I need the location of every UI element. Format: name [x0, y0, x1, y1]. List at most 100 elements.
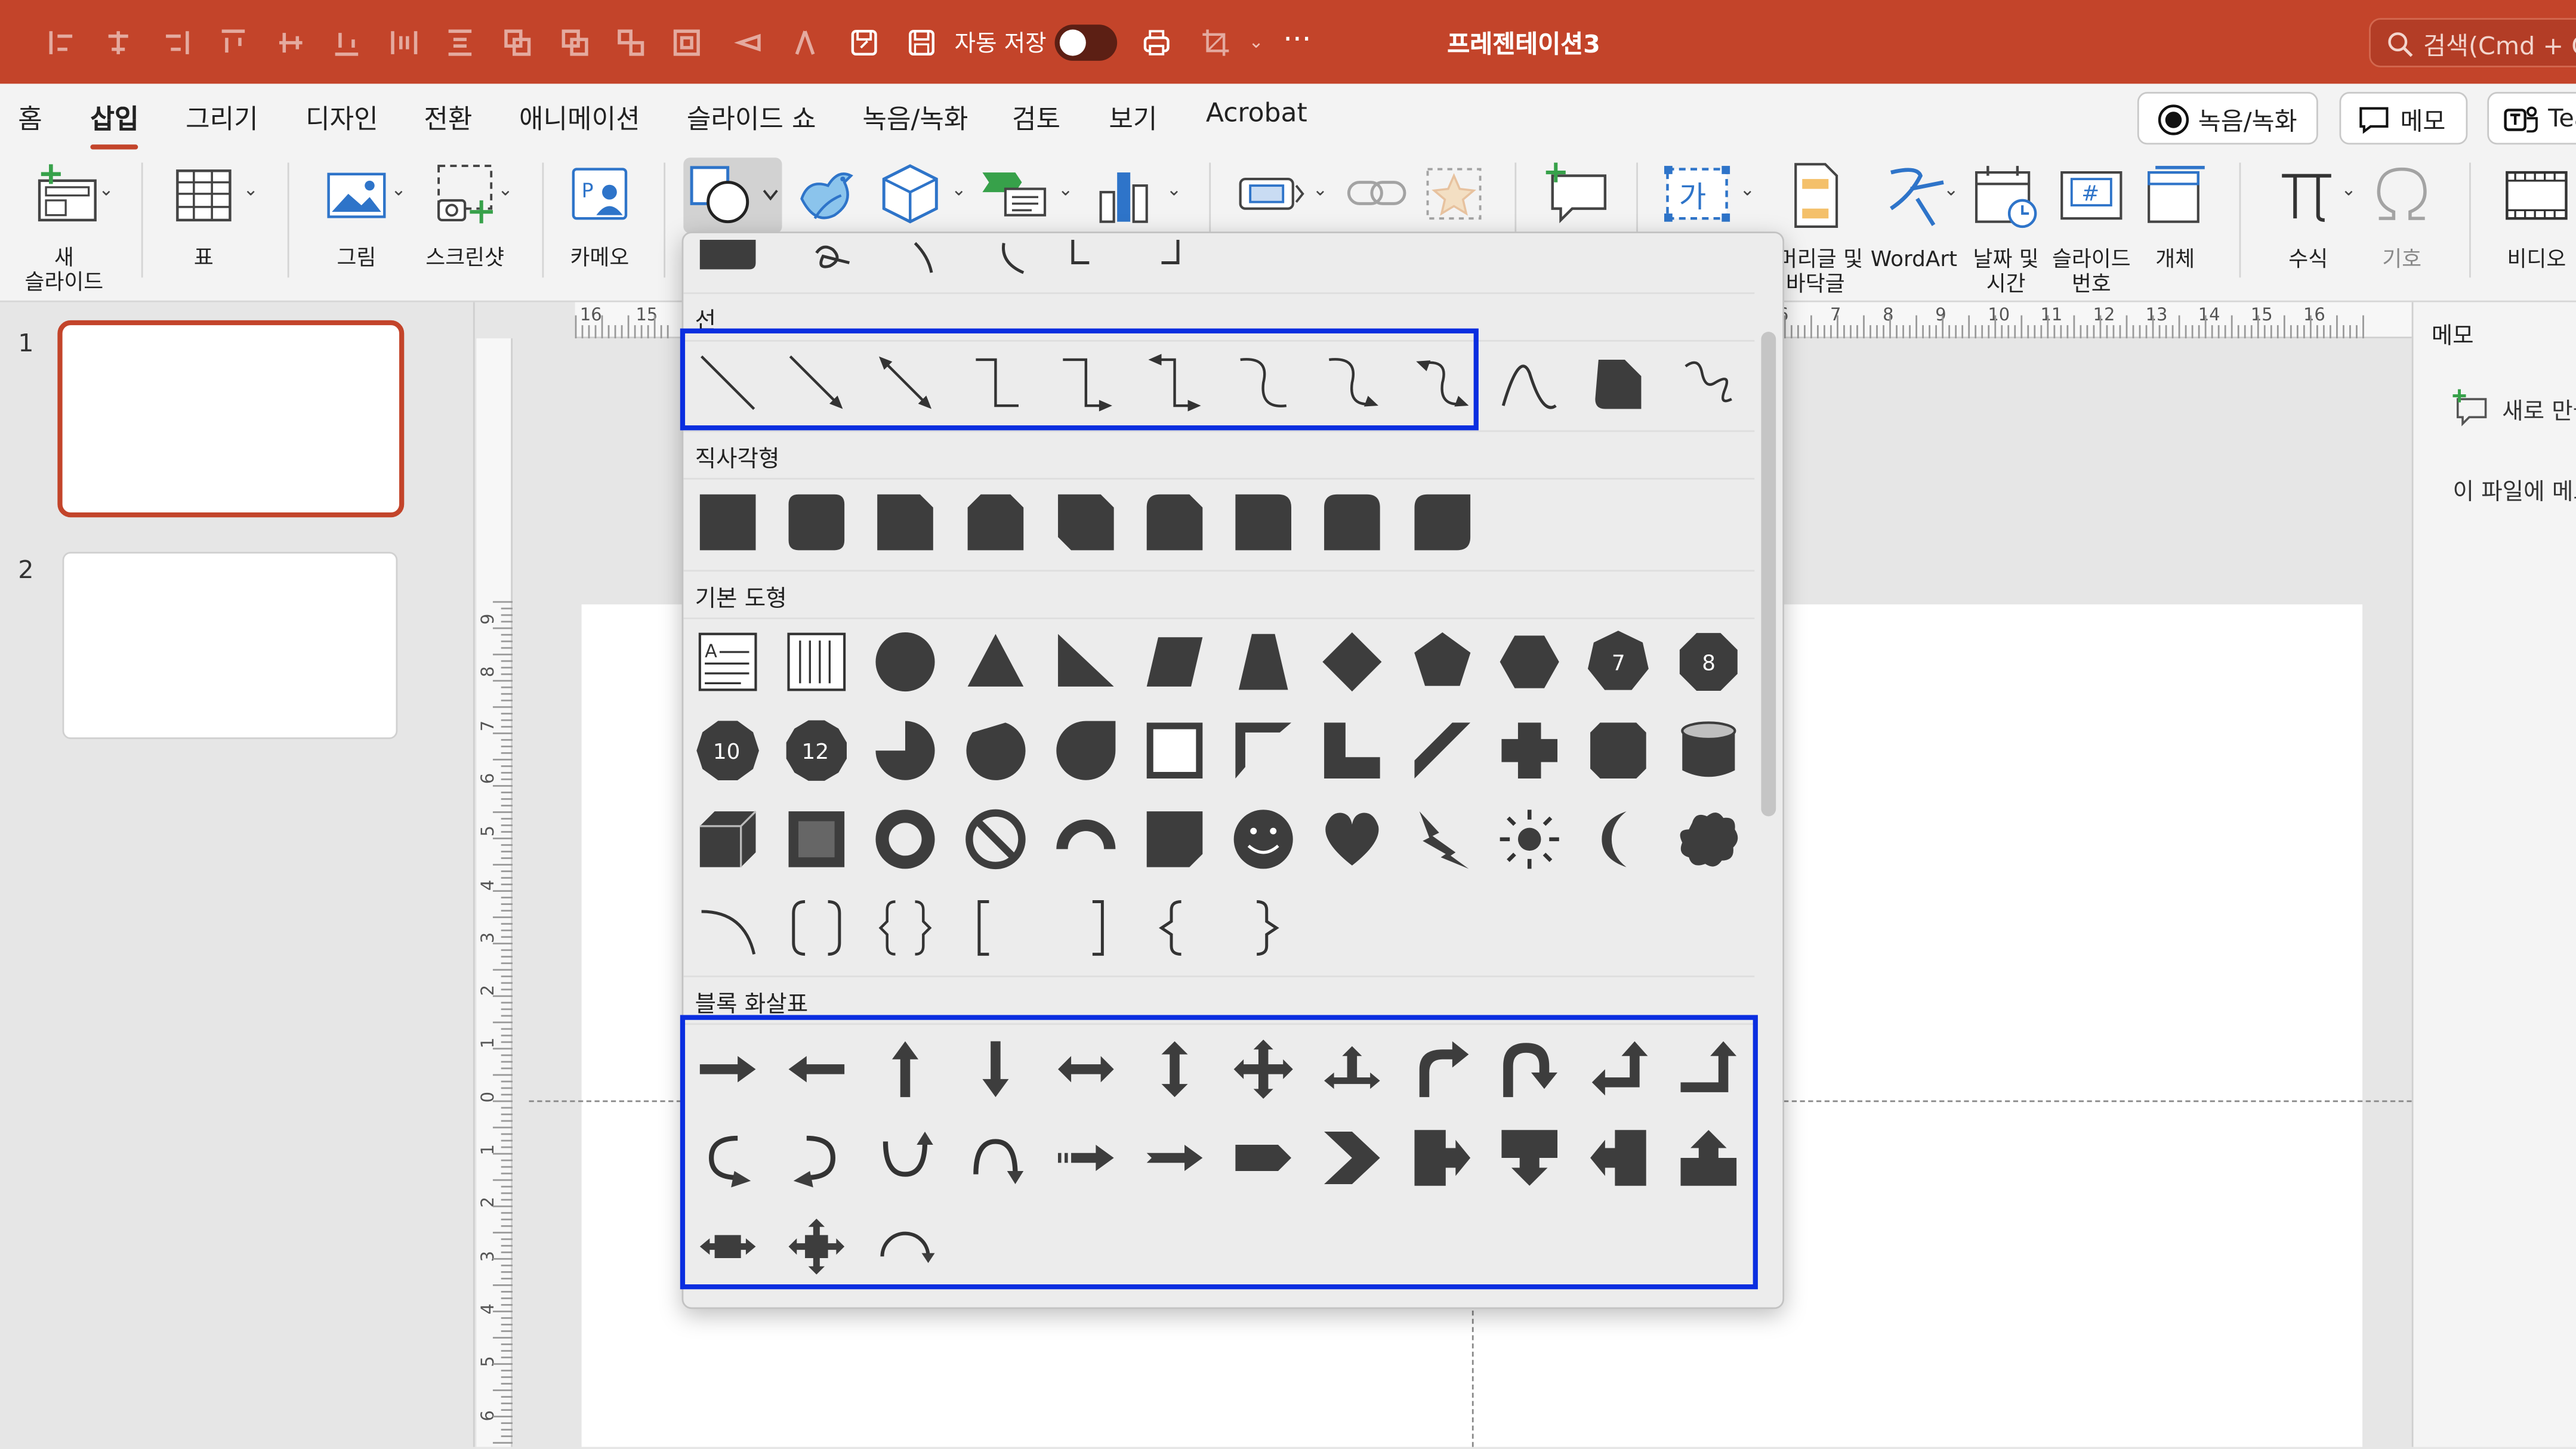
align-left-icon[interactable] — [46, 26, 79, 59]
tab-acrobat[interactable]: Acrobat — [1206, 97, 1307, 128]
block-arc-shape[interactable] — [1053, 807, 1119, 872]
picture-button[interactable]: 그림 — [312, 161, 401, 271]
decagon-shape[interactable]: 10 — [695, 718, 761, 783]
striped-right-arrow-shape[interactable] — [1053, 1125, 1119, 1191]
bent-arrow-shape[interactable] — [1409, 1036, 1475, 1102]
rectangle-shape[interactable] — [695, 489, 761, 555]
can-shape[interactable] — [1676, 718, 1741, 783]
align-center-icon[interactable] — [102, 26, 135, 59]
cube-shape[interactable] — [695, 807, 761, 872]
cloud-shape[interactable] — [1676, 807, 1741, 872]
snip-same-side-shape[interactable] — [962, 489, 1028, 555]
vertical-text-box-shape[interactable] — [783, 629, 849, 694]
tab-animations[interactable]: 애니메이션 — [519, 97, 640, 136]
pentagon-shape[interactable] — [1409, 629, 1475, 694]
chevron-down-icon[interactable]: ⌄ — [1058, 179, 1073, 200]
tab-insert[interactable]: 삽입 — [90, 97, 140, 150]
curved-connector-shape[interactable] — [1230, 350, 1296, 415]
recent-rectangle[interactable] — [695, 233, 761, 292]
smartart-button[interactable] — [979, 159, 1051, 228]
left-right-arrow-callout-shape[interactable] — [695, 1214, 761, 1280]
3d-models-button[interactable] — [874, 159, 946, 228]
table-button[interactable]: 표 — [161, 161, 246, 271]
snip-single-corner-shape[interactable] — [872, 489, 938, 555]
up-arrow-callout-shape[interactable] — [1676, 1125, 1741, 1191]
double-brace-shape[interactable] — [872, 895, 938, 960]
line-double-arrow-shape[interactable] — [872, 350, 938, 415]
chevron-down-icon[interactable]: ⌄ — [98, 179, 113, 200]
teardrop-shape[interactable] — [1053, 718, 1119, 783]
chevron-down-icon[interactable]: ⌄ — [1313, 179, 1328, 200]
frame-shape[interactable] — [1142, 718, 1207, 783]
elbow-double-arrow-shape[interactable] — [1142, 350, 1207, 415]
more-icon[interactable]: ··· — [1283, 23, 1311, 58]
pie-shape[interactable] — [872, 718, 938, 783]
right-brace-shape[interactable] — [1230, 895, 1296, 960]
group-icon[interactable] — [615, 26, 647, 59]
chevron-down-icon[interactable]: ⌄ — [1167, 179, 1181, 200]
arc-shape[interactable] — [695, 895, 761, 960]
new-comment-button[interactable]: 새로 만들기 — [2449, 388, 2576, 431]
half-frame-shape[interactable] — [1230, 718, 1296, 783]
rotate-icon[interactable] — [733, 26, 766, 59]
cameo-button[interactable]: P 카메오 — [559, 161, 641, 271]
curved-down-arrow-shape[interactable] — [962, 1125, 1028, 1191]
tab-home[interactable]: 홈 — [18, 97, 42, 136]
chart-button[interactable] — [1088, 159, 1160, 228]
diamond-shape[interactable] — [1319, 629, 1385, 694]
round-diagonal-shape[interactable] — [1409, 489, 1475, 555]
bent-up-arrow-shape[interactable] — [1676, 1036, 1741, 1102]
l-shape[interactable] — [1319, 718, 1385, 783]
recent-curve[interactable] — [981, 233, 1047, 292]
double-bracket-shape[interactable] — [783, 895, 849, 960]
align-middle-icon[interactable] — [274, 26, 307, 59]
curved-right-arrow-shape[interactable] — [695, 1125, 761, 1191]
curved-up-arrow-shape[interactable] — [872, 1125, 938, 1191]
left-arrow-shape[interactable] — [783, 1036, 849, 1102]
left-arrow-callout-shape[interactable] — [1585, 1125, 1651, 1191]
tab-design[interactable]: 디자인 — [306, 97, 378, 136]
save-as-icon[interactable] — [905, 26, 938, 59]
bring-forward-icon[interactable] — [501, 26, 534, 59]
wordart-button[interactable]: WordArt — [1863, 159, 1965, 273]
textbox-button[interactable]: 가 — [1659, 159, 1735, 231]
recent-scribble[interactable] — [800, 233, 866, 292]
chord-shape[interactable] — [962, 718, 1028, 783]
distribute-v-icon[interactable] — [443, 26, 476, 59]
dodecagon-shape[interactable]: 12 — [783, 718, 849, 783]
bevel-shape[interactable] — [783, 807, 849, 872]
right-arrow-callout-shape[interactable] — [1409, 1125, 1475, 1191]
diagonal-stripe-shape[interactable] — [1409, 718, 1475, 783]
rounded-rectangle-shape[interactable] — [783, 489, 849, 555]
tab-transitions[interactable]: 전환 — [424, 97, 472, 136]
sun-shape[interactable] — [1497, 807, 1562, 872]
right-triangle-shape[interactable] — [1053, 629, 1119, 694]
send-backward-icon[interactable] — [559, 26, 591, 59]
scribble-shape[interactable] — [1676, 350, 1741, 415]
align-bottom-icon[interactable] — [330, 26, 363, 59]
shapes-button[interactable] — [683, 157, 782, 233]
flip-icon[interactable] — [789, 26, 822, 59]
tab-view[interactable]: 보기 — [1109, 97, 1157, 136]
smiley-face-shape[interactable] — [1230, 807, 1296, 872]
align-top-icon[interactable] — [217, 26, 249, 59]
chevron-down-icon[interactable]: ⌄ — [391, 179, 406, 200]
cross-shape[interactable] — [1497, 718, 1562, 783]
line-arrow-shape[interactable] — [783, 350, 849, 415]
no-symbol-shape[interactable] — [962, 807, 1028, 872]
plaque-shape[interactable] — [1585, 718, 1651, 783]
slide-thumbnail-1[interactable] — [57, 320, 405, 518]
freeform-shape[interactable] — [1585, 350, 1651, 415]
record-button[interactable]: 녹음/녹화 — [2137, 92, 2318, 145]
elbow-arrow-shape[interactable] — [1053, 350, 1119, 415]
heart-shape[interactable] — [1319, 807, 1385, 872]
chevron-down-icon[interactable]: ⌄ — [498, 179, 513, 200]
symbol-button[interactable]: 기호 — [2366, 159, 2438, 273]
triangle-shape[interactable] — [962, 629, 1028, 694]
icons-button[interactable] — [790, 159, 866, 231]
chevron-shape[interactable] — [1319, 1125, 1385, 1191]
memo-button[interactable]: 메모 — [2339, 92, 2468, 145]
octagon-shape[interactable]: 8 — [1676, 629, 1741, 694]
text-box-shape[interactable]: A — [695, 629, 761, 694]
chevron-down-icon[interactable]: ⌄ — [243, 179, 258, 200]
